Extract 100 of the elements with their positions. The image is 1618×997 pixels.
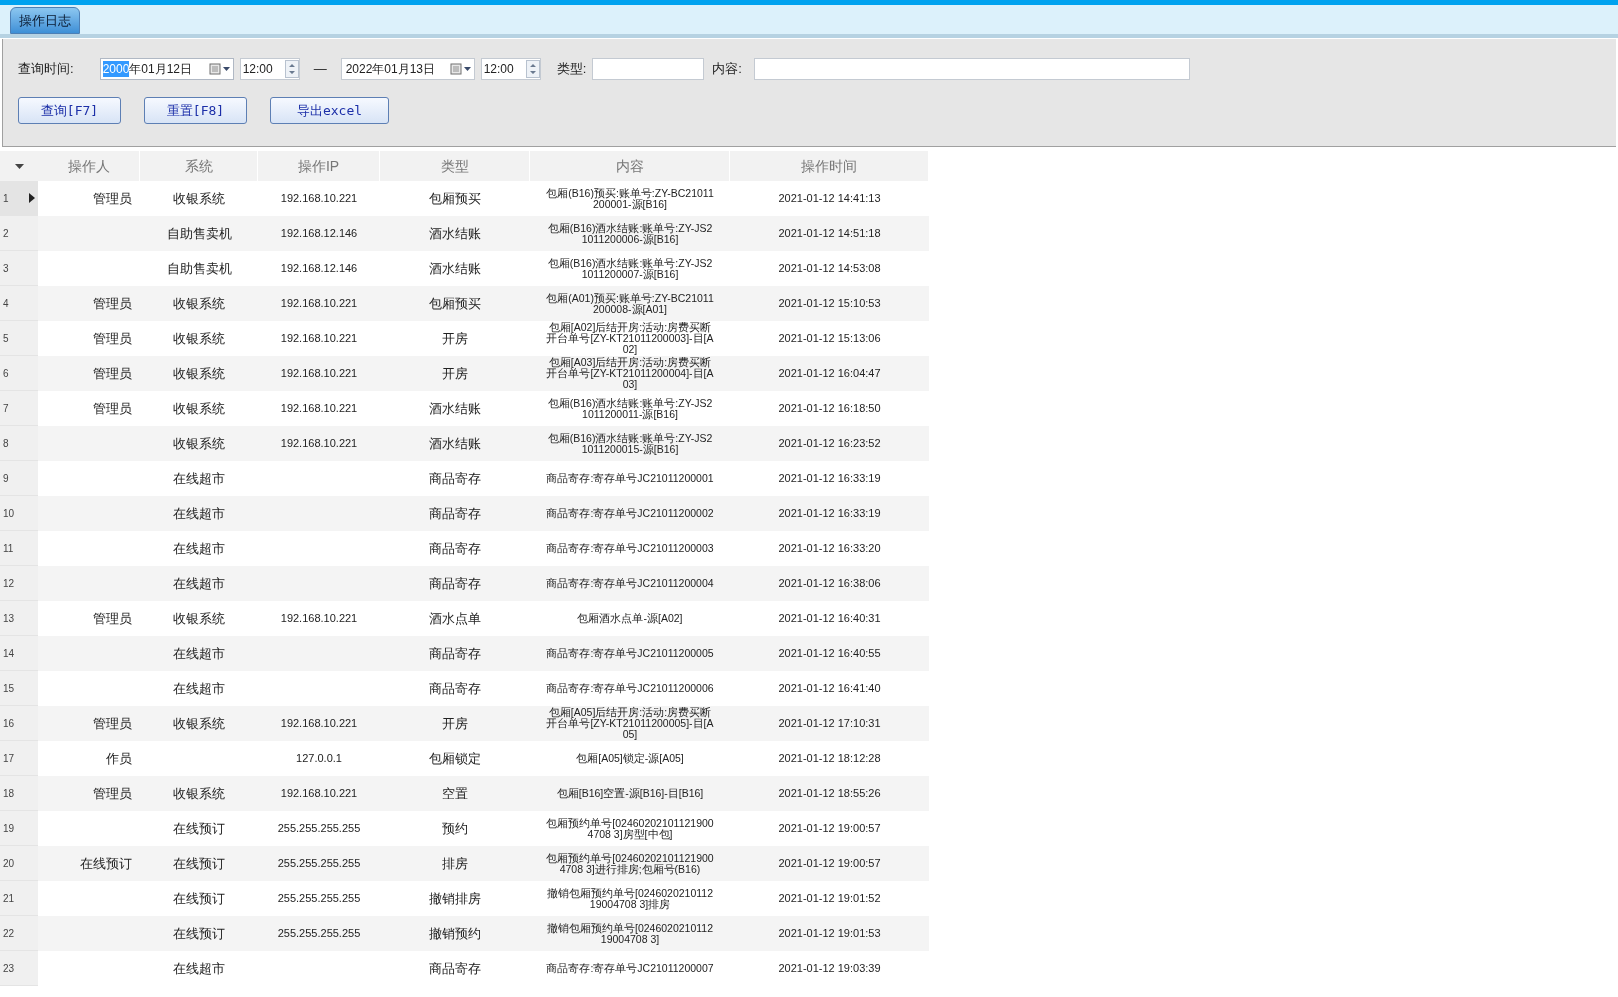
- table-cell-text: 开房: [442, 364, 468, 383]
- table-cell-text: 酒水结账: [429, 434, 481, 453]
- table-cell-text: 酒水结账: [429, 224, 481, 243]
- table-cell: 包厢[A05]锁定-源[A05]: [576, 753, 684, 764]
- toolbar-button[interactable]: 重置[F8]: [144, 97, 247, 124]
- table-cell-text: 2021-01-12 16:33:20: [778, 541, 881, 557]
- row-number: 16: [3, 716, 15, 731]
- row-number: 17: [3, 751, 15, 766]
- row-number: 14: [3, 646, 15, 661]
- table-cell-text: 开房: [442, 714, 468, 733]
- table-cell-text: 在线超市: [173, 679, 225, 698]
- table-cell-text: 192.168.10.221: [280, 716, 358, 732]
- table-cell-text: 2021-01-12 17:10:31: [778, 716, 881, 732]
- table-cell-text: 管理员: [93, 609, 132, 628]
- content-label: 内容:: [712, 60, 742, 79]
- table-cell-text: 商品寄存: [429, 959, 481, 978]
- table-cell: 包厢酒水点单-源[A02]: [577, 613, 683, 624]
- table-cell-text: 2021-01-12 19:01:52: [778, 891, 881, 907]
- row-number: 11: [3, 541, 14, 556]
- table-cell-text: 在线超市: [173, 644, 225, 663]
- table-cell: 撤销包厢预约单号[024602021011219004708 3]排房: [545, 887, 715, 910]
- row-number: 3: [3, 261, 9, 276]
- row-number: 21: [3, 891, 15, 906]
- end-date-field[interactable]: 2022年01月13日: [340, 58, 475, 80]
- row-number: 15: [3, 681, 15, 696]
- toolbar-button[interactable]: 查询[F7]: [18, 97, 121, 124]
- table-cell: 商品寄存:寄存单号JC21011200007: [546, 963, 714, 974]
- table-cell-text: 在线超市: [173, 574, 225, 593]
- table-cell-text: 酒水点单: [429, 609, 481, 628]
- table-cell-text: 192.168.10.221: [280, 366, 358, 382]
- table-cell-text: 撤销预约: [429, 924, 481, 943]
- row-number: 20: [3, 856, 15, 871]
- toolbar-button[interactable]: 导出excel: [270, 97, 389, 124]
- table-cell-text: 管理员: [93, 364, 132, 383]
- table-cell-text: 2021-01-12 16:41:40: [778, 681, 881, 697]
- table-cell-text: 192.168.10.221: [280, 296, 358, 312]
- table-cell-text: 收银系统: [173, 294, 225, 313]
- spinner-icon[interactable]: [284, 60, 299, 78]
- range-separator: —: [313, 60, 327, 79]
- table-cell-text: 包厢锁定: [429, 749, 481, 768]
- table-cell-text: 在线预订: [80, 854, 132, 873]
- row-number: 1: [3, 191, 9, 206]
- table-cell-text: 包厢预买: [429, 189, 481, 208]
- table-cell: 包厢[B16]空置-源[B16]-目[B16]: [556, 788, 704, 799]
- table-cell: 商品寄存:寄存单号JC21011200004: [546, 578, 714, 589]
- row-number: 10: [3, 506, 15, 521]
- table-cell-text: 255.255.255.255: [277, 891, 361, 907]
- tab[interactable]: 操作日志: [10, 7, 80, 34]
- table-cell-text: 2021-01-12 19:03:39: [778, 961, 881, 977]
- table-cell-text: 收银系统: [173, 434, 225, 453]
- row-number: 19: [3, 821, 15, 836]
- table-cell-text: 撤销排房: [429, 889, 481, 908]
- table-cell-text: 收银系统: [173, 189, 225, 208]
- table-cell: 撤销包厢预约单号[024602021011219004708 3]: [545, 922, 715, 945]
- row-number: 8: [3, 436, 9, 451]
- sort-caret-icon[interactable]: [14, 163, 24, 169]
- row-number: 6: [3, 366, 9, 381]
- table-cell-text: 2021-01-12 16:33:19: [778, 506, 881, 522]
- row-number: 23: [3, 961, 15, 976]
- table-cell: 商品寄存:寄存单号JC21011200002: [546, 508, 714, 519]
- end-time-field[interactable]: 12:00: [480, 58, 541, 80]
- calendar-dropdown-icon[interactable]: [449, 63, 472, 75]
- table-cell: 商品寄存:寄存单号JC21011200001: [546, 473, 714, 484]
- content-field[interactable]: [753, 58, 1190, 80]
- table-cell-text: 酒水结账: [429, 259, 481, 278]
- table-cell-text: 包厢(B16)酒水结账:账单号:ZY-JS21011200007-源[B16]: [546, 257, 714, 280]
- table-cell-text: 2021-01-12 14:51:18: [778, 226, 881, 242]
- table-cell-text: 在线预订: [173, 819, 225, 838]
- table-cell-text: 包厢(B16)酒水结账:账单号:ZY-JS21011200011-源[B16]: [546, 397, 714, 420]
- table-cell: 商品寄存:寄存单号JC21011200003: [546, 543, 714, 554]
- type-field[interactable]: [592, 58, 705, 80]
- table-cell-text: 192.168.10.221: [280, 331, 358, 347]
- table-cell-text: 商品寄存: [429, 679, 481, 698]
- row-number: 5: [3, 331, 9, 346]
- row-number: 12: [3, 576, 15, 591]
- table-cell-text: 预约: [442, 819, 468, 838]
- table-cell: 包厢(B16)预买:账单号:ZY-BC21011200001-源[B16]: [545, 187, 715, 210]
- table-cell-text: 自助售卖机: [166, 224, 232, 243]
- calendar-dropdown-icon[interactable]: [208, 63, 231, 75]
- spinner-icon[interactable]: [525, 60, 540, 78]
- row-number: 13: [3, 611, 15, 626]
- table-cell-text: 192.168.10.221: [280, 401, 358, 417]
- table-cell-text: 255.255.255.255: [277, 856, 361, 872]
- current-row-icon: [29, 193, 35, 203]
- table-cell-text: 收银系统: [173, 609, 225, 628]
- table-cell-text: 包厢预买: [429, 294, 481, 313]
- query-time-label: 查询时间:: [18, 60, 74, 79]
- table-cell-text: 在线超市: [173, 539, 225, 558]
- table-cell-text: 127.0.0.1: [296, 751, 342, 767]
- table-cell-text: 收银系统: [173, 784, 225, 803]
- table-cell-text: 2021-01-12 16:33:19: [778, 471, 881, 487]
- start-time-field[interactable]: 12:00: [239, 58, 300, 80]
- table-cell-text: 255.255.255.255: [277, 821, 361, 837]
- table-cell-text: 2021-01-12 19:01:53: [778, 926, 881, 942]
- table-cell: 商品寄存:寄存单号JC21011200006: [546, 683, 714, 694]
- table-cell-text: 2021-01-12 15:13:06: [778, 331, 881, 347]
- table-cell-text: 包厢(B16)酒水结账:账单号:ZY-JS21011200006-源[B16]: [546, 222, 714, 245]
- table-cell-text: 2021-01-12 14:53:08: [778, 261, 881, 277]
- table-cell-text: 收银系统: [173, 399, 225, 418]
- table-cell-text: 收银系统: [173, 364, 225, 383]
